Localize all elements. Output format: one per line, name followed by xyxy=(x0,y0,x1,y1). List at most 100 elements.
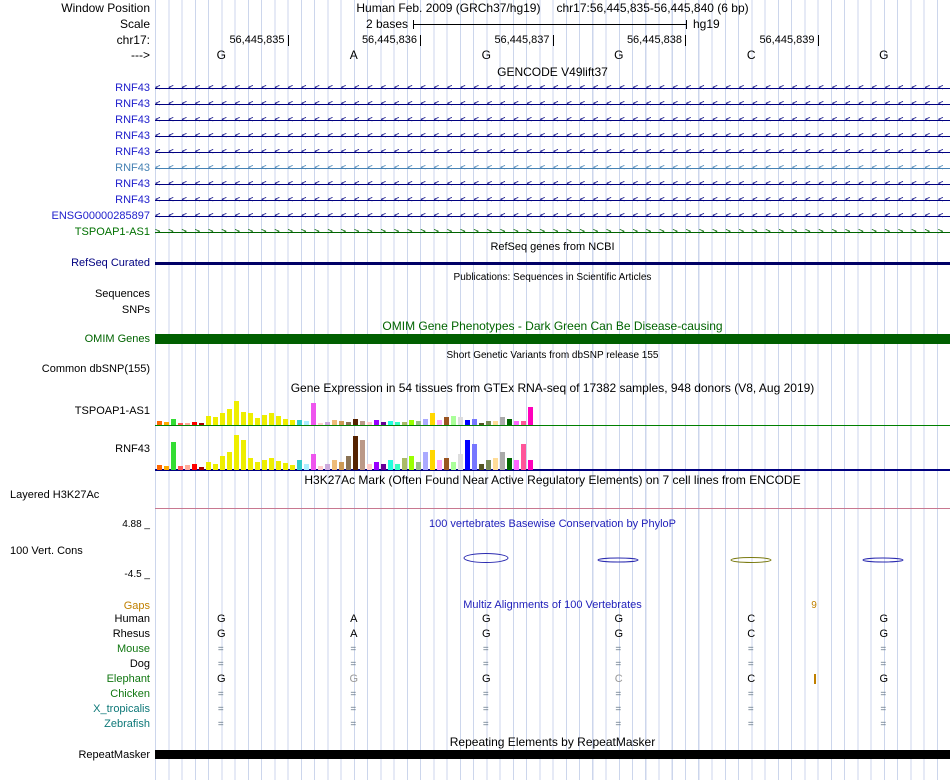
alignment-row-rhesus[interactable]: Rhesus G A G G C G xyxy=(0,627,950,642)
publications-sequences-row[interactable]: Sequences xyxy=(0,287,950,301)
gene-label[interactable]: RNF43 xyxy=(0,96,150,112)
gtex-tissue-bar xyxy=(311,403,316,425)
dbsnp-row[interactable]: Common dbSNP(155) xyxy=(0,362,950,376)
gene-label[interactable]: RNF43 xyxy=(0,144,150,160)
phylop-label[interactable]: 100 Vert. Cons xyxy=(10,544,83,558)
species-label[interactable]: Mouse xyxy=(0,642,150,657)
gtex-track-rnf43[interactable]: RNF43 xyxy=(0,427,950,471)
gtex-tissue-bar xyxy=(297,460,302,470)
transcript-strand-line[interactable]: <<<<<<<<<<<<<<<<<<<<<<<<<<<<<<<<<<<<<<<<… xyxy=(155,96,950,112)
gtex-track-tspoap1-as1[interactable]: TSPOAP1-AS1 xyxy=(0,397,950,426)
scale-genome-label: hg19 xyxy=(693,17,720,31)
alignment-row-chicken[interactable]: Chicken = = = = = = xyxy=(0,687,950,702)
gtex-tissue-bar xyxy=(416,421,421,425)
alignment-row-elephant[interactable]: Elephant G G G C C G xyxy=(0,672,950,687)
gene-label[interactable]: RNF43 xyxy=(0,128,150,144)
gencode-title: GENCODE V49lift37 xyxy=(497,65,608,79)
gtex-tissue-bar xyxy=(514,460,519,470)
gtex-tissue-bar xyxy=(465,440,470,470)
species-label[interactable]: Rhesus xyxy=(0,627,150,642)
gene-label[interactable]: RNF43 xyxy=(0,176,150,192)
gene-label[interactable]: RNF43 xyxy=(0,112,150,128)
h3k27ac-row[interactable]: Layered H3K27Ac xyxy=(0,488,950,502)
gtex-tissue-bar xyxy=(199,467,204,470)
gene-label[interactable]: ENSG00000285897 xyxy=(0,208,150,224)
refseq-curated-row[interactable]: RefSeq Curated xyxy=(0,256,950,270)
alignment-row-x_tropicalis[interactable]: X_tropicalis = = = = = = xyxy=(0,702,950,717)
gtex-tissue-bar xyxy=(171,442,176,470)
gtex-tissue-bar xyxy=(255,418,260,425)
alignment-row-human[interactable]: Human G A G G C G xyxy=(0,612,950,627)
gtex-tissue-bar xyxy=(528,460,533,470)
aligned-base: = xyxy=(880,644,888,655)
aligned-base: = xyxy=(482,689,490,700)
gtex-tissue-bar xyxy=(178,466,183,470)
transcript-strand-line[interactable]: <<<<<<<<<<<<<<<<<<<<<<<<<<<<<<<<<<<<<<<<… xyxy=(155,112,950,128)
gene-row-rnf43[interactable]: RNF43 <<<<<<<<<<<<<<<<<<<<<<<<<<<<<<<<<<<… xyxy=(0,80,950,96)
gene-row-rnf43[interactable]: RNF43 <<<<<<<<<<<<<<<<<<<<<<<<<<<<<<<<<<<… xyxy=(0,112,950,128)
alignment-row-dog[interactable]: Dog = = = = = = xyxy=(0,657,950,672)
aligned-base: A xyxy=(350,613,358,625)
gene-row-rnf43[interactable]: RNF43 <<<<<<<<<<<<<<<<<<<<<<<<<<<<<<<<<<<… xyxy=(0,128,950,144)
alignment-row-zebrafish[interactable]: Zebrafish = = = = = = xyxy=(0,717,950,732)
transcript-strand-line[interactable]: <<<<<<<<<<<<<<<<<<<<<<<<<<<<<<<<<<<<<<<<… xyxy=(155,208,950,224)
gtex-tissue-bar xyxy=(213,464,218,470)
gtex-tissue-bar xyxy=(185,465,190,470)
gene-label[interactable]: RNF43 xyxy=(0,80,150,96)
transcript-strand-line[interactable]: <<<<<<<<<<<<<<<<<<<<<<<<<<<<<<<<<<<<<<<<… xyxy=(155,144,950,160)
gtex-tissue-bar xyxy=(332,420,337,425)
gene-label[interactable]: RNF43 xyxy=(0,192,150,208)
gene-row-tspoap1-as1[interactable]: TSPOAP1-AS1 >>>>>>>>>>>>>>>>>>>>>>>>>>>>>… xyxy=(0,224,950,240)
transcript-strand-line[interactable]: <<<<<<<<<<<<<<<<<<<<<<<<<<<<<<<<<<<<<<<<… xyxy=(155,160,950,176)
gene-row-rnf43[interactable]: RNF43 <<<<<<<<<<<<<<<<<<<<<<<<<<<<<<<<<<<… xyxy=(0,144,950,160)
refseq-curated-bar[interactable] xyxy=(155,262,950,265)
gtex-baseline xyxy=(155,425,950,426)
multiz-alignment-rows[interactable]: Human G A G G C G Rhesus G A G G C G Mouse = = = = = = Dog = = =… xyxy=(0,612,950,732)
dbsnp-label[interactable]: Common dbSNP(155) xyxy=(0,362,150,376)
omim-genes-bar[interactable] xyxy=(155,334,950,344)
transcript-strand-line[interactable]: <<<<<<<<<<<<<<<<<<<<<<<<<<<<<<<<<<<<<<<<… xyxy=(155,192,950,208)
aligned-base: = xyxy=(747,644,755,655)
gtex-barchart[interactable] xyxy=(157,435,535,470)
publications-snps-label[interactable]: SNPs xyxy=(0,303,150,317)
gene-row-rnf43[interactable]: RNF43 <<<<<<<<<<<<<<<<<<<<<<<<<<<<<<<<<<<… xyxy=(0,96,950,112)
transcript-strand-line[interactable]: <<<<<<<<<<<<<<<<<<<<<<<<<<<<<<<<<<<<<<<<… xyxy=(155,128,950,144)
species-label[interactable]: Chicken xyxy=(0,687,150,702)
species-label[interactable]: Zebrafish xyxy=(0,717,150,732)
repeatmasker-label[interactable]: RepeatMasker xyxy=(0,748,150,762)
h3k27ac-label[interactable]: Layered H3K27Ac xyxy=(10,488,99,502)
gene-row-rnf43[interactable]: RNF43 <<<<<<<<<<<<<<<<<<<<<<<<<<<<<<<<<<<… xyxy=(0,160,950,176)
gene-label[interactable]: RNF43 xyxy=(0,160,150,176)
gtex-barchart[interactable] xyxy=(157,401,535,425)
refseq-curated-label[interactable]: RefSeq Curated xyxy=(0,256,150,270)
gtex-track-label[interactable]: TSPOAP1-AS1 xyxy=(0,397,150,426)
gaps-label[interactable]: Gaps xyxy=(0,599,150,613)
repeatmasker-bar[interactable] xyxy=(155,750,950,759)
transcript-strand-line[interactable]: <<<<<<<<<<<<<<<<<<<<<<<<<<<<<<<<<<<<<<<<… xyxy=(155,80,950,96)
gtex-tissue-bar xyxy=(164,422,169,425)
gtex-track-label[interactable]: RNF43 xyxy=(0,427,150,471)
gtex-title: Gene Expression in 54 tissues from GTEx … xyxy=(290,381,815,395)
species-label[interactable]: X_tropicalis xyxy=(0,702,150,717)
species-label[interactable]: Elephant xyxy=(0,672,150,687)
gene-row-rnf43[interactable]: RNF43 <<<<<<<<<<<<<<<<<<<<<<<<<<<<<<<<<<<… xyxy=(0,176,950,192)
species-label[interactable]: Dog xyxy=(0,657,150,672)
transcript-strand-line[interactable]: >>>>>>>>>>>>>>>>>>>>>>>>>>>>>>>>>>>>>>>>… xyxy=(155,224,950,240)
gtex-tissue-bar xyxy=(206,416,211,425)
gene-row-ensg00000285897[interactable]: ENSG00000285897 <<<<<<<<<<<<<<<<<<<<<<<<<… xyxy=(0,208,950,224)
alignment-row-mouse[interactable]: Mouse = = = = = = xyxy=(0,642,950,657)
gene-row-rnf43[interactable]: RNF43 <<<<<<<<<<<<<<<<<<<<<<<<<<<<<<<<<<<… xyxy=(0,192,950,208)
reference-base: G xyxy=(614,48,624,62)
publications-sequences-label[interactable]: Sequences xyxy=(0,287,150,301)
transcript-strand-line[interactable]: <<<<<<<<<<<<<<<<<<<<<<<<<<<<<<<<<<<<<<<<… xyxy=(155,176,950,192)
gene-label[interactable]: TSPOAP1-AS1 xyxy=(0,224,150,240)
gtex-tissue-bar xyxy=(304,464,309,470)
omim-genes-row[interactable]: OMIM Genes xyxy=(0,332,950,346)
species-label[interactable]: Human xyxy=(0,612,150,627)
gtex-tissue-bar xyxy=(297,420,302,425)
omim-genes-label[interactable]: OMIM Genes xyxy=(0,332,150,346)
aligned-base: = xyxy=(350,719,358,730)
publications-snps-row[interactable]: SNPs xyxy=(0,303,950,317)
repeatmasker-row[interactable]: RepeatMasker xyxy=(0,748,950,762)
gtex-tissue-bar xyxy=(241,440,246,470)
